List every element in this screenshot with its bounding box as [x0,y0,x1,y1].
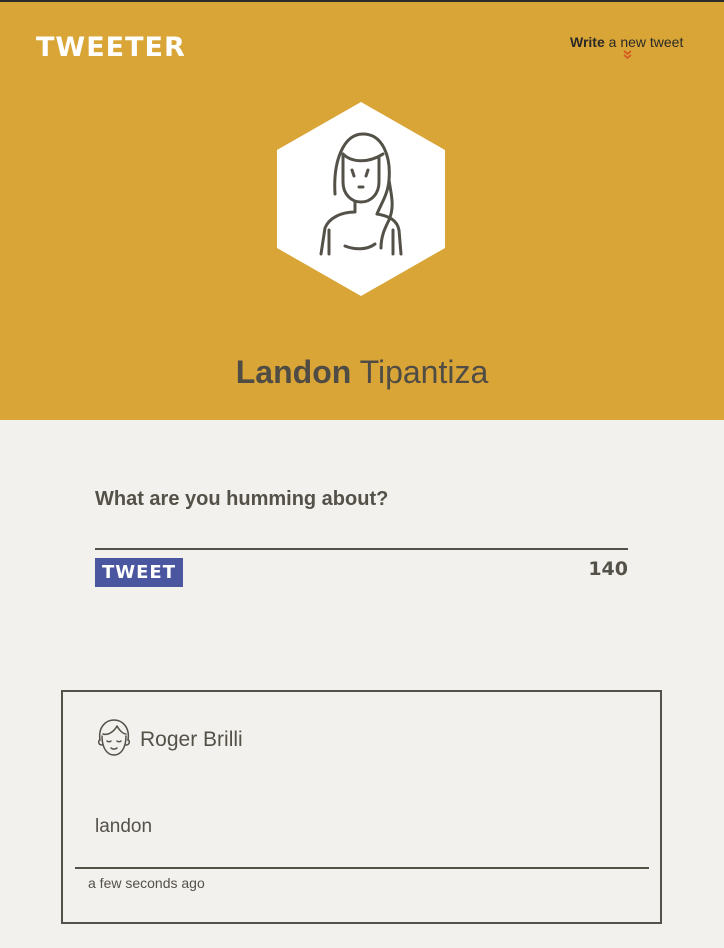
profile-last-name: Tipantiza [359,354,489,390]
tweet-input[interactable] [95,518,628,550]
tweet-divider [75,867,649,869]
composer-prompt: What are you humming about? [95,488,389,510]
tweet-avatar [95,718,133,758]
tweet-composer: What are you humming about? TWEET 140 [95,488,628,587]
woman-avatar-icon [277,102,445,296]
double-chevron-down-icon [623,50,632,63]
profile-name: Landon Tipantiza [0,354,724,391]
tweet-card: Roger Brilli landon a few seconds ago [61,690,662,924]
man-avatar-icon [97,719,131,756]
character-counter: 140 [588,558,628,580]
profile-first-name: Landon [235,354,352,390]
tweet-author: Roger Brilli [140,728,243,751]
profile-avatar [277,102,445,296]
write-new-tweet-toggle[interactable]: Write a new tweet [570,34,690,60]
tweet-timestamp: a few seconds ago [88,875,205,891]
brand-logo[interactable]: TWEETER [36,32,186,63]
compose-toggle-bold: Write [570,34,605,50]
profile-header: TWEETER Write a new tweet Landon Tipanti… [0,0,724,420]
tweet-button[interactable]: TWEET [95,558,183,587]
tweet-body: landon [95,816,153,837]
compose-toggle-text: a new tweet [604,34,684,50]
